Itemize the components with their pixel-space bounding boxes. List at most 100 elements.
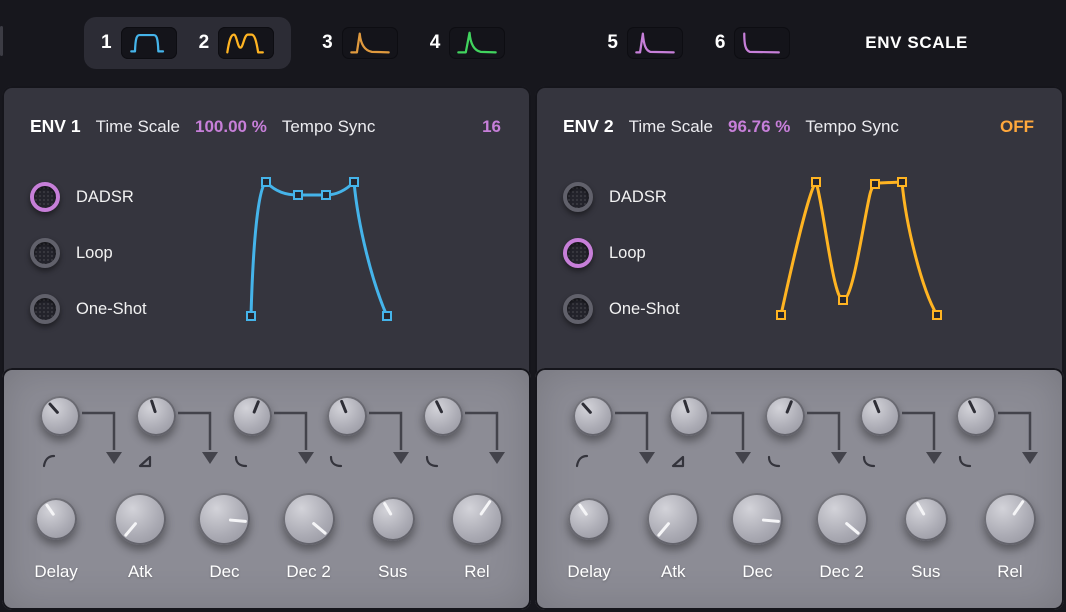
env-tab-5[interactable]: 5 xyxy=(600,23,690,63)
time-scale-value[interactable]: 100.00 % xyxy=(195,117,267,137)
sus-knob[interactable] xyxy=(371,497,415,541)
mode-dadsr[interactable]: DADSR xyxy=(30,182,147,212)
triangle-icon xyxy=(671,454,685,468)
env-tab-2-number: 2 xyxy=(199,32,210,54)
stage-knob-unit: Atk xyxy=(631,488,715,582)
flow-arrow-icon xyxy=(272,408,316,468)
curve-down-icon xyxy=(767,454,781,468)
env2-header: ENV 2 Time Scale 96.76 % Tempo Sync OFF xyxy=(535,86,1064,137)
curve-knob-unit-4 xyxy=(321,390,411,498)
delay-knob[interactable] xyxy=(35,498,77,540)
knob-label: Rel xyxy=(464,562,490,582)
env-tab-group-1-2: 1 2 xyxy=(84,17,291,69)
curve-knob-4[interactable] xyxy=(860,396,900,436)
knob-label: Sus xyxy=(378,562,407,582)
flow-arrow-icon xyxy=(900,408,944,468)
curve-knob-3[interactable] xyxy=(232,396,272,436)
curve-knob-3[interactable] xyxy=(765,396,805,436)
env2-mode-list: DADSR Loop One-Shot xyxy=(563,182,680,324)
radio-icon[interactable] xyxy=(30,294,60,324)
knob-label: Atk xyxy=(661,562,686,582)
env-tab-group-3-4: 3 4 xyxy=(315,23,512,63)
env2-panel: ENV 2 Time Scale 96.76 % Tempo Sync OFF … xyxy=(535,86,1064,610)
mode-label: DADSR xyxy=(609,188,667,207)
curve-knob-5[interactable] xyxy=(423,396,463,436)
mode-one-shot[interactable]: One-Shot xyxy=(563,294,680,324)
env-title: ENV 1 xyxy=(30,116,81,137)
env-tab-2[interactable]: 2 xyxy=(192,23,282,63)
sus-knob[interactable] xyxy=(904,497,948,541)
rel-knob[interactable] xyxy=(451,493,503,545)
curve-up-icon xyxy=(575,454,589,468)
mode-one-shot[interactable]: One-Shot xyxy=(30,294,147,324)
rel-knob[interactable] xyxy=(984,493,1036,545)
mode-label: DADSR xyxy=(76,188,134,207)
curve-knob-unit-2 xyxy=(663,390,753,498)
radio-icon[interactable] xyxy=(563,294,593,324)
stage-knob-unit: Sus xyxy=(351,488,435,582)
dec-knob[interactable] xyxy=(198,493,250,545)
delay-knob[interactable] xyxy=(568,498,610,540)
env1-stage-knob-row: DelayAtkDecDec 2SusRel xyxy=(14,488,519,582)
stage-knob-unit: Rel xyxy=(435,488,519,582)
knob-label: Delay xyxy=(34,562,77,582)
curve-knob-unit-2 xyxy=(130,390,220,498)
envelope-display[interactable] xyxy=(763,164,947,336)
mode-loop[interactable]: Loop xyxy=(30,238,147,268)
dec-2-knob[interactable] xyxy=(283,493,335,545)
tempo-sync-label: Tempo Sync xyxy=(282,117,376,137)
stage-knob-unit: Dec 2 xyxy=(267,488,351,582)
time-scale-value[interactable]: 96.76 % xyxy=(728,117,790,137)
curve-knob-4[interactable] xyxy=(327,396,367,436)
curve-knob-1[interactable] xyxy=(40,396,80,436)
env-tab-4[interactable]: 4 xyxy=(423,23,513,63)
env-tab-1-number: 1 xyxy=(101,32,112,54)
curve-down-icon xyxy=(329,454,343,468)
env-tab-1[interactable]: 1 xyxy=(94,23,184,63)
env-title: ENV 2 xyxy=(563,116,614,137)
stage-knob-unit: Dec xyxy=(715,488,799,582)
flow-arrow-icon xyxy=(367,408,411,468)
curve-knob-1[interactable] xyxy=(573,396,613,436)
radio-icon[interactable] xyxy=(30,238,60,268)
radio-icon[interactable] xyxy=(30,182,60,212)
curve-knob-unit-1 xyxy=(567,390,657,498)
stage-knob-unit: Delay xyxy=(14,488,98,582)
stage-knob-unit: Dec xyxy=(182,488,266,582)
mode-label: Loop xyxy=(609,244,646,263)
curve-knob-2[interactable] xyxy=(136,396,176,436)
tempo-sync-value[interactable]: 16 xyxy=(482,117,501,137)
knob-label: Dec xyxy=(209,562,239,582)
mode-loop[interactable]: Loop xyxy=(563,238,680,268)
atk-knob[interactable] xyxy=(114,493,166,545)
curve-knob-unit-4 xyxy=(854,390,944,498)
envelope-tab-bar: 1 2 3 4 5 6 ENV SCALE xyxy=(0,0,1066,86)
flow-arrow-icon xyxy=(996,408,1040,468)
dec-knob[interactable] xyxy=(731,493,783,545)
curve-knob-unit-3 xyxy=(226,390,316,498)
env-tab-6[interactable]: 6 xyxy=(708,23,798,63)
radio-icon[interactable] xyxy=(563,238,593,268)
curve-down-icon xyxy=(958,454,972,468)
env-tab-3-number: 3 xyxy=(322,32,333,54)
env-scale-label: ENV SCALE xyxy=(865,33,968,53)
dec-2-knob[interactable] xyxy=(816,493,868,545)
knob-label: Rel xyxy=(997,562,1023,582)
atk-knob[interactable] xyxy=(647,493,699,545)
curve-knob-unit-5 xyxy=(417,390,507,498)
envelope-display[interactable] xyxy=(230,164,414,336)
time-scale-label: Time Scale xyxy=(629,117,713,137)
curve-knob-2[interactable] xyxy=(669,396,709,436)
curve-knob-5[interactable] xyxy=(956,396,996,436)
knob-label: Delay xyxy=(567,562,610,582)
mode-label: One-Shot xyxy=(609,300,680,319)
env-6-thumbnail xyxy=(734,27,790,59)
mode-dadsr[interactable]: DADSR xyxy=(563,182,680,212)
stage-knob-unit: Rel xyxy=(968,488,1052,582)
tempo-sync-value[interactable]: OFF xyxy=(1000,117,1034,137)
env-tab-3[interactable]: 3 xyxy=(315,23,405,63)
envelope-panels: ENV 1 Time Scale 100.00 % Tempo Sync 16 … xyxy=(0,86,1066,610)
env1-mode-list: DADSR Loop One-Shot xyxy=(30,182,147,324)
triangle-icon xyxy=(138,454,152,468)
radio-icon[interactable] xyxy=(563,182,593,212)
